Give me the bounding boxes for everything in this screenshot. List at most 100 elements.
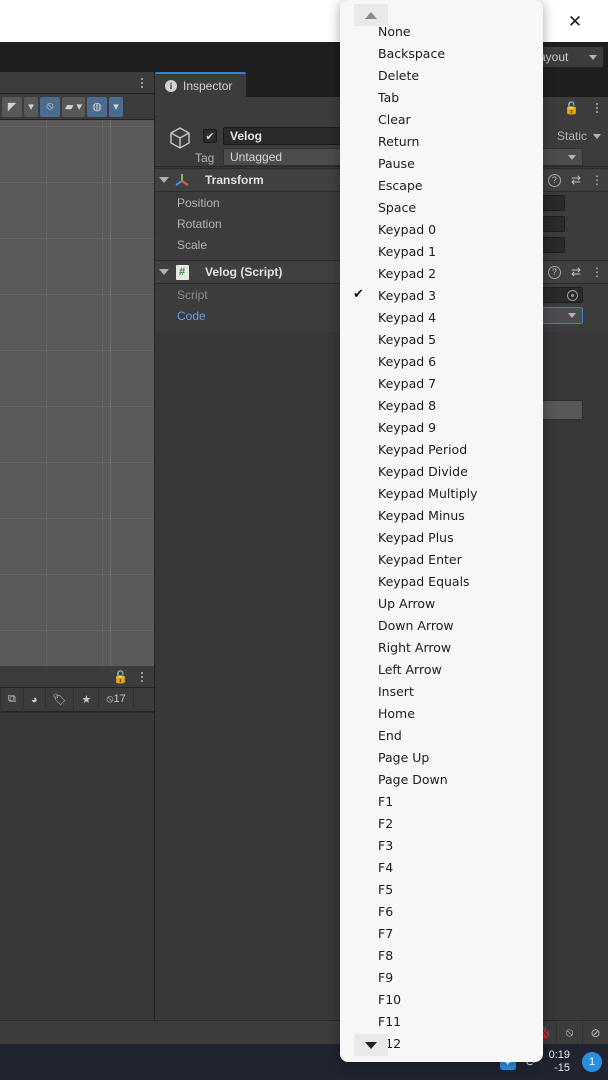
dropdown-item[interactable]: Keypad 7 [340, 372, 543, 394]
dropdown-item[interactable]: Page Down [340, 768, 543, 790]
dropdown-item[interactable]: Keypad 6 [340, 350, 543, 372]
dropdown-item[interactable]: Down Arrow [340, 614, 543, 636]
dropdown-item[interactable]: Home [340, 702, 543, 724]
dropdown-item[interactable]: Clear [340, 108, 543, 130]
favorites-filter-button[interactable]: ★ [74, 687, 100, 712]
inspector-lock-icon[interactable]: 🔓 [564, 101, 579, 115]
tag-value: Untagged [230, 150, 283, 164]
dropdown-item[interactable]: Keypad Period [340, 438, 543, 460]
close-icon[interactable]: ✕ [552, 0, 598, 42]
dropdown-item[interactable]: Escape [340, 174, 543, 196]
taskbar-clock[interactable]: 0:19 -15 [549, 1049, 570, 1075]
dropdown-item[interactable]: F9 [340, 966, 543, 988]
dropdown-item[interactable]: F5 [340, 878, 543, 900]
dropdown-item[interactable]: Left Arrow [340, 658, 543, 680]
dropdown-item[interactable]: Backspace [340, 42, 543, 64]
project-content-area[interactable] [0, 712, 154, 1020]
dropdown-item-label: Down Arrow [378, 617, 454, 633]
dropdown-item[interactable]: Delete [340, 64, 543, 86]
open-prefab-button[interactable]: ⧉ [0, 687, 24, 712]
dropdown-item[interactable]: Keypad Minus [340, 504, 543, 526]
dropdown-item[interactable]: Keypad 8 [340, 394, 543, 416]
dropdown-item-label: Keypad 7 [378, 375, 437, 391]
dropdown-item-label: Escape [378, 177, 423, 193]
dropdown-item[interactable]: Keypad Enter [340, 548, 543, 570]
lock-icon[interactable]: 🔓 [113, 670, 128, 684]
preset-icon[interactable]: ⇄ [571, 173, 581, 187]
help-icon[interactable]: ? [547, 173, 561, 187]
dropdown-item[interactable]: F11 [340, 1010, 543, 1032]
dropdown-item[interactable]: Keypad 5 [340, 328, 543, 350]
dropdown-item[interactable]: Insert [340, 680, 543, 702]
info-icon: i [165, 79, 177, 92]
hidden-objects-count[interactable]: ⦸17 [99, 687, 134, 712]
dropdown-item[interactable]: Keypad Equals [340, 570, 543, 592]
dropdown-item-label: Keypad 8 [378, 397, 437, 413]
dropdown-item-label: Tab [378, 89, 400, 105]
shading-mode-button[interactable]: ◤ [2, 96, 22, 117]
dropdown-item-label: End [378, 727, 402, 743]
dropdown-item[interactable]: Keypad 4 [340, 306, 543, 328]
static-label: Static [556, 129, 587, 143]
scene-viewport[interactable] [0, 120, 154, 666]
dropdown-item-label: Right Arrow [378, 639, 452, 655]
dropdown-item[interactable]: End [340, 724, 543, 746]
help-icon[interactable]: ? [547, 265, 561, 279]
project-kebab-icon[interactable] [136, 669, 148, 685]
transform-foldout-toggle[interactable] [155, 168, 173, 192]
tab-inspector[interactable]: i Inspector [155, 72, 247, 97]
dropdown-item[interactable]: None [340, 20, 543, 42]
dropdown-item[interactable]: F2 [340, 812, 543, 834]
dropdown-item[interactable]: Keypad 0 [340, 218, 543, 240]
dropdown-item[interactable]: Up Arrow [340, 592, 543, 614]
dropdown-item[interactable]: Space [340, 196, 543, 218]
dropdown-item-label: Insert [378, 683, 414, 699]
dropdown-item[interactable]: F7 [340, 922, 543, 944]
scene-kebab-icon[interactable] [136, 75, 148, 91]
dropdown-item[interactable]: ✔ Keypad 3 [340, 284, 543, 306]
dropdown-item[interactable]: Keypad 1 [340, 240, 543, 262]
object-picker-icon[interactable] [567, 289, 578, 301]
gizmos-toggle[interactable]: ◍ [87, 96, 108, 117]
dropdown-item-label: Left Arrow [378, 661, 442, 677]
property-label-scale: Scale [177, 237, 208, 252]
velog-foldout-toggle[interactable] [155, 260, 173, 284]
dropdown-item[interactable]: Keypad Plus [340, 526, 543, 548]
preset-icon[interactable]: ⇄ [571, 265, 581, 279]
dropdown-item[interactable]: Page Up [340, 746, 543, 768]
scroll-down-arrow-icon[interactable] [354, 1034, 388, 1056]
dropdown-item[interactable]: Return [340, 130, 543, 152]
scene-view-panel: ◤ ▾ ⦸ ▰ ▾ ◍ ▾ [0, 72, 154, 666]
dropdown-item[interactable]: Tab [340, 86, 543, 108]
chevron-down-icon [568, 155, 576, 160]
dropdown-item[interactable]: Keypad 2 [340, 262, 543, 284]
dropdown-item[interactable]: F3 [340, 834, 543, 856]
dropdown-item-label: Home [378, 705, 415, 721]
dropdown-item[interactable]: Right Arrow [340, 636, 543, 658]
velog-kebab-icon[interactable]: ⋮ [591, 265, 603, 279]
tab-inspector-label: Inspector [183, 78, 233, 93]
mute-audio-icon[interactable]: ⦸ [556, 1020, 582, 1045]
scene-visibility-toggle[interactable]: ⦸ [40, 96, 60, 117]
dropdown-item[interactable]: Pause [340, 152, 543, 174]
gameobject-enabled-checkbox[interactable]: ✔ [203, 129, 217, 143]
status-ok-icon[interactable]: ⊘ [582, 1020, 608, 1045]
camera-settings-button[interactable]: ▰ ▾ [62, 96, 86, 117]
inspector-kebab-icon[interactable] [591, 100, 603, 116]
gizmos-dropdown[interactable]: ▾ [109, 96, 124, 117]
component-title-transform: Transform [205, 173, 264, 187]
dropdown-item[interactable]: F1 [340, 790, 543, 812]
label-filter-button[interactable]: 🏷 [46, 687, 75, 712]
dropdown-item[interactable]: F6 [340, 900, 543, 922]
dropdown-item-label: F2 [378, 815, 394, 831]
notification-badge[interactable]: 1 [582, 1052, 602, 1072]
dropdown-item[interactable]: F4 [340, 856, 543, 878]
shading-mode-dropdown[interactable]: ▾ [24, 96, 38, 117]
transform-kebab-icon[interactable]: ⋮ [591, 173, 603, 187]
dropdown-item[interactable]: Keypad Multiply [340, 482, 543, 504]
dropdown-item[interactable]: F10 [340, 988, 543, 1010]
asset-filter-button[interactable]: ◕ [24, 687, 46, 712]
dropdown-item[interactable]: Keypad 9 [340, 416, 543, 438]
dropdown-item[interactable]: Keypad Divide [340, 460, 543, 482]
dropdown-item[interactable]: F8 [340, 944, 543, 966]
